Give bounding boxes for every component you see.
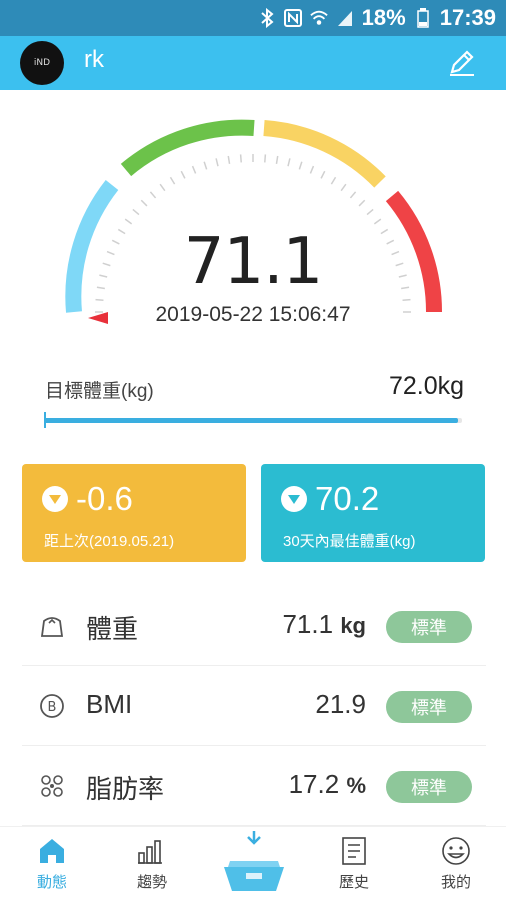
gauge-tick [95, 298, 104, 301]
clock: 17:39 [439, 5, 496, 30]
gauge-tick [132, 208, 140, 216]
app-bar: iND rk [0, 36, 506, 90]
gauge-tick [169, 176, 176, 185]
home-icon [36, 835, 68, 867]
gauge-tick [275, 155, 279, 164]
weight-value: 71.1 [183, 225, 324, 299]
gauge-zone-normal [120, 119, 255, 177]
metric-value: 71.1 kg [282, 609, 366, 639]
gauge-tick [309, 165, 315, 174]
best-weight-value: 70.2 [315, 480, 380, 517]
gauge-tick [330, 176, 337, 185]
body-fat-icon [38, 772, 66, 800]
gauge-tick [215, 158, 219, 167]
gauge-tick [124, 218, 133, 225]
best-weight-label: 30天內最佳體重(kg) [283, 533, 416, 550]
pencil-icon[interactable] [446, 46, 478, 78]
gauge-tick [264, 154, 267, 163]
target-progress-fill [44, 418, 458, 423]
metric-row-weight[interactable]: 體重 71.1 kg 標準 [22, 586, 486, 666]
nav-item-history[interactable]: 歷史 [314, 835, 394, 899]
bmi-icon: B [38, 692, 66, 720]
status-badge: 標準 [386, 771, 472, 803]
signal-icon [336, 8, 354, 28]
gauge-tick [203, 161, 208, 170]
gauge-tick [402, 298, 411, 301]
gauge-tick [349, 191, 357, 199]
nav-item-profile[interactable]: 我的 [416, 835, 496, 899]
metric-name: BMI [86, 689, 133, 719]
weight-timestamp: 2019-05-22 15:06:47 [155, 303, 351, 326]
bluetooth-icon [258, 8, 276, 28]
status-badge: 標準 [386, 691, 472, 723]
nav-item-dynamics[interactable]: 動態 [12, 835, 92, 899]
gauge-tick [140, 199, 148, 207]
metric-name: 體重 [86, 614, 139, 644]
target-weight-label: 目標體重(kg) [45, 381, 154, 402]
gauge-tick [340, 183, 347, 192]
nav-item-trends[interactable]: 趨勢 [112, 835, 192, 899]
metric-value: 17.2 % [288, 769, 366, 799]
gauge-tick [227, 155, 231, 164]
svg-text:B: B [48, 700, 57, 715]
status-bar: 18% 17:39 [0, 0, 506, 36]
nav-label: 歷史 [338, 873, 369, 891]
gauge-tick [373, 218, 382, 225]
target-weight-value: 72.0kg [388, 372, 464, 400]
best-weight-card[interactable]: 70.2 30天內最佳體重(kg) [261, 464, 485, 562]
wifi-icon [309, 8, 328, 28]
down-arrow-icon [281, 486, 307, 512]
target-progress-bar [44, 418, 462, 423]
gauge-tick [366, 208, 374, 216]
scale-icon[interactable] [218, 831, 290, 897]
weight-icon [38, 612, 66, 640]
trend-icon [136, 835, 168, 867]
metric-value: 21.9 [315, 689, 366, 719]
nav-label: 動態 [36, 873, 67, 891]
avatar[interactable]: iND [20, 41, 64, 85]
username: rk [84, 46, 104, 73]
gauge-tick [239, 154, 242, 163]
bottom-nav: 動態 趨勢 歷史 我的 [0, 826, 506, 900]
gauge-tick [358, 199, 366, 207]
gauge-tick [149, 191, 157, 199]
history-icon [338, 835, 370, 867]
battery-icon [414, 8, 432, 28]
nav-label: 我的 [440, 873, 471, 891]
gauge-tick [298, 161, 303, 170]
metric-row-body-fat[interactable]: 脂肪率 17.2 % 標準 [22, 746, 486, 826]
gauge-tick [180, 170, 186, 179]
gauge-zone-overweight [263, 120, 386, 188]
metric-row-bmi[interactable]: B BMI 21.9 標準 [22, 666, 486, 746]
down-arrow-icon [42, 486, 68, 512]
profile-icon [440, 835, 472, 867]
target-progress-start [44, 412, 46, 428]
gauge-tick [287, 158, 291, 167]
status-badge: 標準 [386, 611, 472, 643]
gauge-tick [159, 183, 166, 192]
last-change-card[interactable]: -0.6 距上次(2019.05.21) [22, 464, 246, 562]
battery-percent: 18% [361, 5, 406, 30]
last-change-value: -0.6 [76, 480, 133, 517]
last-change-label: 距上次(2019.05.21) [44, 533, 175, 550]
gauge-tick [191, 165, 197, 174]
gauge-tick [320, 170, 326, 179]
nfc-icon [283, 8, 302, 28]
nav-label: 趨勢 [136, 873, 167, 891]
metric-name: 脂肪率 [86, 774, 165, 804]
